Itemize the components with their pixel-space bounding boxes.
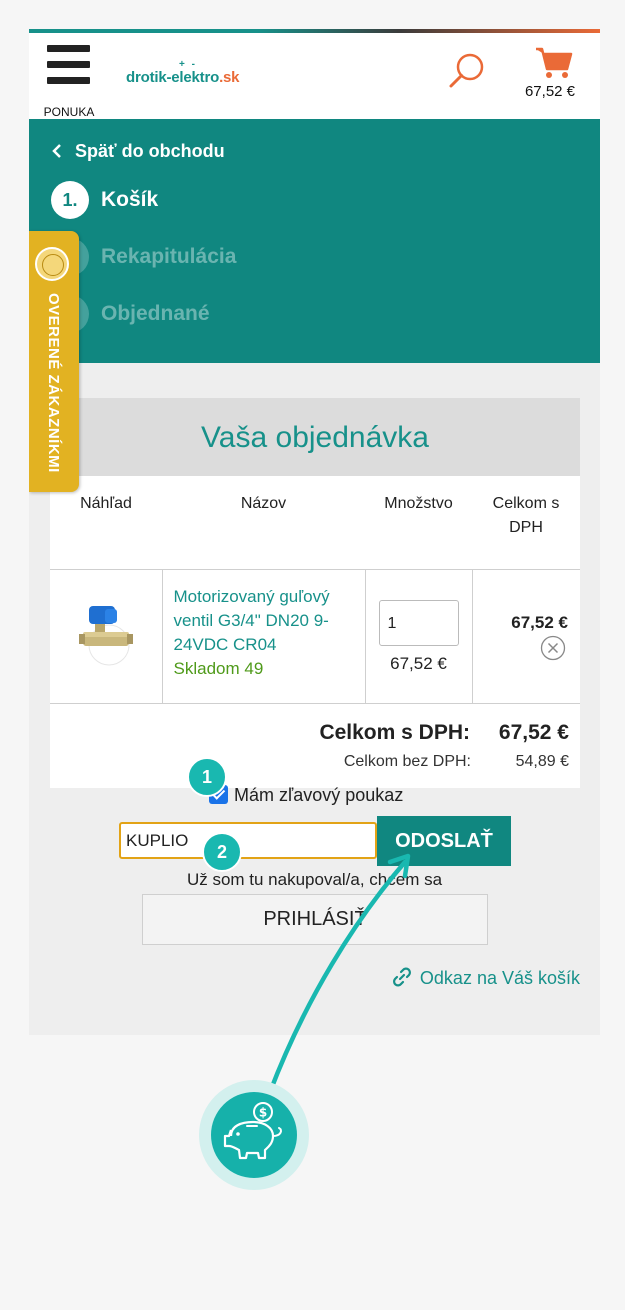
logo-tld: .sk (219, 69, 240, 86)
unit-price: 67,52 € (390, 654, 447, 673)
cart-share-link[interactable]: Odkaz na Váš košík (392, 967, 580, 989)
cart-icon[interactable] (534, 45, 574, 81)
site-header: PONUKA + - drotik-elektro.sk 67,52 € (29, 33, 600, 119)
back-to-shop-link[interactable]: Späť do obchodu (51, 141, 225, 162)
menu-label: PONUKA (43, 105, 95, 119)
login-hint: Už som tu nakupoval/a, chcem sa (186, 870, 443, 889)
logo-text: drotik-elektro (126, 69, 220, 86)
svg-text:$: $ (259, 1106, 267, 1120)
step-label: Rekapitulácia (101, 245, 237, 268)
verified-seal-icon (35, 247, 69, 281)
order-box: Vaša objednávka Náhľad Názov Množstvo Ce… (50, 398, 580, 788)
search-icon[interactable] (447, 51, 487, 91)
badge-text: OVERENÉ ZÁKAZNÍKMI (45, 293, 62, 473)
hamburger-icon-bar (47, 77, 90, 84)
coupon-checkbox-label: Mám zľavový poukaz (234, 785, 404, 805)
annotation-badge-2: 2 (202, 832, 242, 872)
cart-table: Náhľad Názov Množstvo Celkom s DPH Motor… (50, 476, 580, 704)
link-icon (392, 967, 411, 987)
verified-customers-badge[interactable]: OVERENÉ ZÁKAZNÍKMI (29, 231, 79, 492)
coupon-code-input[interactable]: KUPLIO (119, 822, 377, 859)
back-label: Späť do obchodu (75, 141, 225, 161)
cart-link-label: Odkaz na Váš košík (419, 968, 580, 988)
column-header-quantity: Množstvo (365, 476, 472, 570)
chevron-left-icon (52, 144, 61, 158)
product-name-cell: Motorizovaný guľový ventil G3/4" DN20 9-… (161, 569, 365, 704)
total-with-vat-label: Celkom s DPH: (319, 721, 470, 744)
total-without-vat-label: Celkom bez DPH: (343, 753, 471, 770)
product-name-link[interactable]: Motorizovaný guľový ventil G3/4" DN20 9-… (164, 571, 364, 657)
remove-item-icon[interactable] (540, 635, 566, 661)
order-title: Vaša objednávka (50, 398, 580, 476)
line-total: 67,52 € (511, 613, 568, 632)
menu-button[interactable]: PONUKA (43, 45, 95, 119)
cart-total[interactable]: 67,52 € (519, 83, 581, 100)
product-thumbnail-cell (50, 569, 162, 704)
column-header-total: Celkom s DPH (472, 476, 580, 570)
total-with-vat-value: 67,52 € (498, 721, 569, 744)
piggy-bank-icon: $ (223, 1102, 282, 1160)
table-row: Motorizovaný guľový ventil G3/4" DN20 9-… (50, 569, 580, 704)
quantity-cell: 1 67,52 € (364, 569, 472, 704)
total-without-vat-value: 54,89 € (515, 753, 569, 770)
discount-coupon-checkbox[interactable]: Mám zľavový poukaz (209, 785, 403, 809)
step-label: Objednané (101, 302, 210, 325)
checkout-steps: Späť do obchodu 1.Košík 2.Rekapitulácia … (29, 119, 600, 363)
annotation-badge-1: 1 (187, 757, 227, 797)
quantity-input[interactable]: 1 (378, 600, 459, 646)
send-coupon-button[interactable]: ODOSLAŤ (377, 816, 511, 866)
site-logo[interactable]: drotik-elektro.sk (126, 69, 240, 86)
order-totals: Celkom s DPH: 67,52 € Celkom bez DPH: 54… (50, 704, 580, 788)
line-total-cell: 67,52 € (471, 569, 580, 704)
hamburger-icon (47, 45, 90, 52)
step-cart: 1. Košík (51, 181, 158, 219)
stock-status: Skladom 49 (173, 659, 264, 678)
hamburger-icon-bar (47, 61, 90, 68)
login-button[interactable]: PRIHLÁSIŤ (142, 894, 488, 945)
step-label: Košík (101, 188, 159, 211)
product-image[interactable] (75, 601, 139, 673)
piggy-bank-badge: $ (211, 1092, 297, 1178)
step-number: 1. (51, 181, 89, 219)
column-header-name: Názov (162, 476, 365, 570)
mobile-page: PONUKA + - drotik-elektro.sk 67,52 € Spä… (29, 29, 600, 1035)
